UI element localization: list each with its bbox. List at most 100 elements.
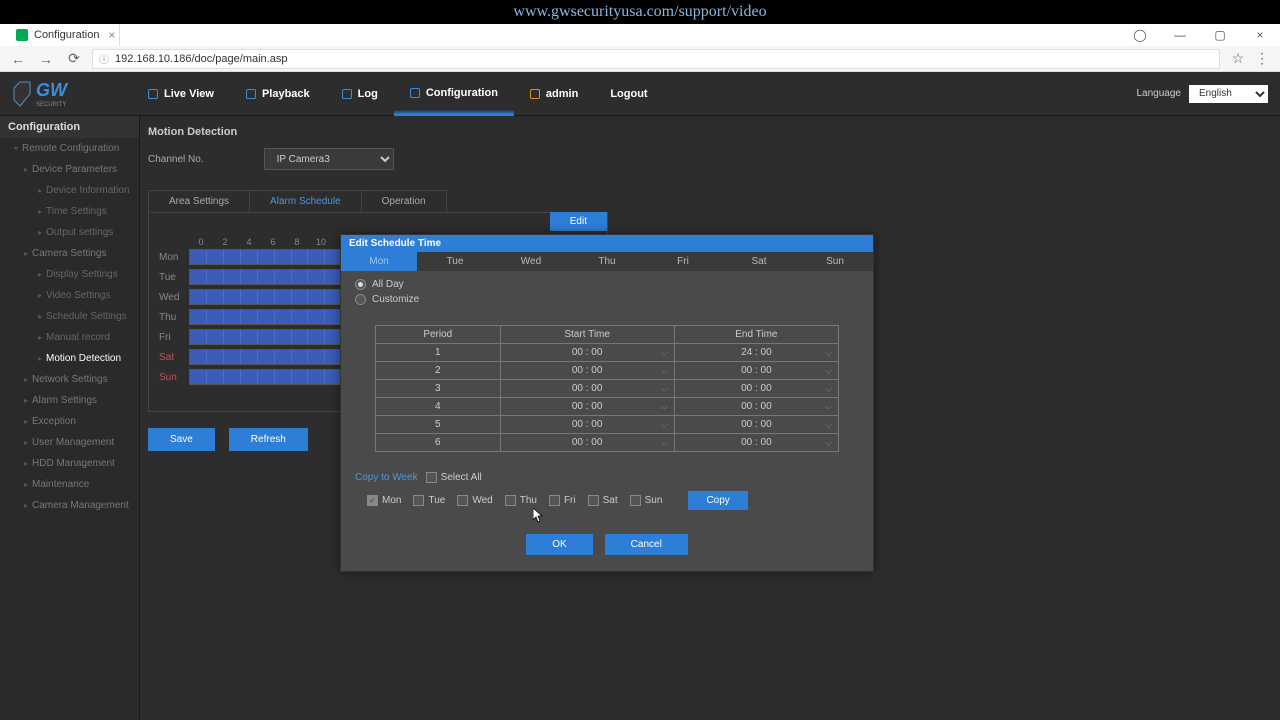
copy-day-label: Mon xyxy=(382,495,401,506)
end-time-cell[interactable]: 00 : 00⌵ xyxy=(674,398,838,416)
table-row: 100 : 00⌵24 : 00⌵ xyxy=(376,344,839,362)
ok-button[interactable]: OK xyxy=(526,534,592,555)
sidebar-item-manual-record[interactable]: ▸Manual record xyxy=(0,327,139,348)
reload-icon[interactable]: ⟳ xyxy=(64,49,84,69)
nav-configuration[interactable]: Configuration xyxy=(394,72,514,116)
customize-radio[interactable] xyxy=(355,294,366,305)
nav-live-view[interactable]: Live View xyxy=(132,72,230,116)
close-icon[interactable]: × xyxy=(108,28,115,42)
tab-operation[interactable]: Operation xyxy=(361,190,447,212)
cancel-button[interactable]: Cancel xyxy=(605,534,688,555)
nav-playback[interactable]: Playback xyxy=(230,72,326,116)
edit-button[interactable]: Edit xyxy=(550,212,607,231)
sidebar: Configuration ▾Remote Configuration ▸Dev… xyxy=(0,116,140,720)
sidebar-item-network-settings[interactable]: ▸Network Settings xyxy=(0,369,139,390)
sidebar-item-camera-management[interactable]: ▸Camera Management xyxy=(0,495,139,516)
user-icon[interactable]: ◯ xyxy=(1120,24,1160,46)
modal-day-tab-sun[interactable]: Sun xyxy=(797,252,873,271)
copy-day-checkbox-mon[interactable] xyxy=(367,495,378,506)
copy-day-checkbox-fri[interactable] xyxy=(549,495,560,506)
start-time-cell[interactable]: 00 : 00⌵ xyxy=(500,398,674,416)
copy-day-checkbox-sat[interactable] xyxy=(588,495,599,506)
hour-label: 2 xyxy=(213,237,237,247)
day-label: Mon xyxy=(159,252,189,263)
nav-log[interactable]: Log xyxy=(326,72,394,116)
chevron-icon: ⌵ xyxy=(825,419,832,430)
tab-area-settings[interactable]: Area Settings xyxy=(148,190,250,212)
refresh-button[interactable]: Refresh xyxy=(229,428,308,451)
sidebar-item-camera-settings[interactable]: ▸Camera Settings xyxy=(0,243,139,264)
end-time-cell[interactable]: 00 : 00⌵ xyxy=(674,380,838,398)
start-time-cell[interactable]: 00 : 00⌵ xyxy=(500,362,674,380)
end-time-cell[interactable]: 24 : 00⌵ xyxy=(674,344,838,362)
modal-day-tab-thu[interactable]: Thu xyxy=(569,252,645,271)
tab-alarm-schedule[interactable]: Alarm Schedule xyxy=(249,190,362,212)
sidebar-item-motion-detection[interactable]: ▸Motion Detection xyxy=(0,348,139,369)
chevron-icon: ⌵ xyxy=(661,365,668,376)
copy-button[interactable]: Copy xyxy=(688,491,747,510)
menu-icon[interactable]: ⋮ xyxy=(1252,49,1272,69)
save-button[interactable]: Save xyxy=(148,428,215,451)
sidebar-item-output-settings[interactable]: ▸Output settings xyxy=(0,222,139,243)
end-time-cell[interactable]: 00 : 00⌵ xyxy=(674,362,838,380)
edit-schedule-modal: Edit Schedule Time MonTueWedThuFriSatSun… xyxy=(340,234,874,572)
start-time-cell[interactable]: 00 : 00⌵ xyxy=(500,416,674,434)
copy-day-checkbox-wed[interactable] xyxy=(457,495,468,506)
nav-admin[interactable]: admin xyxy=(514,72,594,116)
maximize-icon[interactable]: ▢ xyxy=(1200,24,1240,46)
sidebar-item-hdd-management[interactable]: ▸HDD Management xyxy=(0,453,139,474)
customize-label: Customize xyxy=(372,294,419,305)
table-row: 600 : 00⌵00 : 00⌵ xyxy=(376,434,839,452)
end-time-cell[interactable]: 00 : 00⌵ xyxy=(674,434,838,452)
end-time-cell[interactable]: 00 : 00⌵ xyxy=(674,416,838,434)
url-input[interactable]: ⓘ 192.168.10.186/doc/page/main.asp xyxy=(92,49,1220,69)
start-time-header: Start Time xyxy=(500,326,674,344)
copy-day-checkbox-thu[interactable] xyxy=(505,495,516,506)
modal-day-tab-wed[interactable]: Wed xyxy=(493,252,569,271)
period-cell: 2 xyxy=(376,362,501,380)
copy-day-label: Thu xyxy=(520,495,537,506)
sidebar-item-maintenance[interactable]: ▸Maintenance xyxy=(0,474,139,495)
start-time-cell[interactable]: 00 : 00⌵ xyxy=(500,380,674,398)
sidebar-item-display-settings[interactable]: ▸Display Settings xyxy=(0,264,139,285)
language-select[interactable]: English xyxy=(1189,85,1268,103)
chevron-icon: ⌵ xyxy=(825,347,832,358)
hour-label: 8 xyxy=(285,237,309,247)
sidebar-item-alarm-settings[interactable]: ▸Alarm Settings xyxy=(0,390,139,411)
modal-day-tab-tue[interactable]: Tue xyxy=(417,252,493,271)
minimize-icon[interactable]: — xyxy=(1160,24,1200,46)
nav-logout[interactable]: Logout xyxy=(594,72,663,116)
all-day-radio[interactable] xyxy=(355,279,366,290)
page-top-url: www.gwsecurityusa.com/support/video xyxy=(0,0,1280,24)
modal-day-tab-mon[interactable]: Mon xyxy=(341,252,417,271)
sidebar-item-exception[interactable]: ▸Exception xyxy=(0,411,139,432)
sidebar-item-user-management[interactable]: ▸User Management xyxy=(0,432,139,453)
period-cell: 3 xyxy=(376,380,501,398)
url-text: 192.168.10.186/doc/page/main.asp xyxy=(115,53,287,65)
bookmark-icon[interactable]: ☆ xyxy=(1228,49,1248,69)
chevron-icon: ⌵ xyxy=(825,383,832,394)
modal-day-tab-fri[interactable]: Fri xyxy=(645,252,721,271)
sidebar-item-device-information[interactable]: ▸Device Information xyxy=(0,180,139,201)
modal-day-tab-sat[interactable]: Sat xyxy=(721,252,797,271)
window-close-icon[interactable]: × xyxy=(1240,24,1280,46)
channel-select[interactable]: IP Camera3 xyxy=(264,148,394,170)
sidebar-item-remote-configuration[interactable]: ▾Remote Configuration xyxy=(0,138,139,159)
copy-day-checkbox-sun[interactable] xyxy=(630,495,641,506)
sidebar-item-schedule-settings[interactable]: ▸Schedule Settings xyxy=(0,306,139,327)
start-time-cell[interactable]: 00 : 00⌵ xyxy=(500,344,674,362)
chevron-icon: ⌵ xyxy=(661,419,668,430)
forward-icon[interactable]: → xyxy=(36,49,56,69)
copy-day-label: Sun xyxy=(645,495,663,506)
start-time-cell[interactable]: 00 : 00⌵ xyxy=(500,434,674,452)
sidebar-item-video-settings[interactable]: ▸Video Settings xyxy=(0,285,139,306)
chevron-icon: ⌵ xyxy=(661,347,668,358)
chevron-icon: ⌵ xyxy=(661,383,668,394)
browser-tab[interactable]: Configuration × xyxy=(8,24,120,46)
hour-label: 0 xyxy=(189,237,213,247)
sidebar-item-device-parameters[interactable]: ▸Device Parameters xyxy=(0,159,139,180)
copy-day-checkbox-tue[interactable] xyxy=(413,495,424,506)
select-all-checkbox[interactable] xyxy=(426,472,437,483)
sidebar-item-time-settings[interactable]: ▸Time Settings xyxy=(0,201,139,222)
back-icon[interactable]: ← xyxy=(8,49,28,69)
